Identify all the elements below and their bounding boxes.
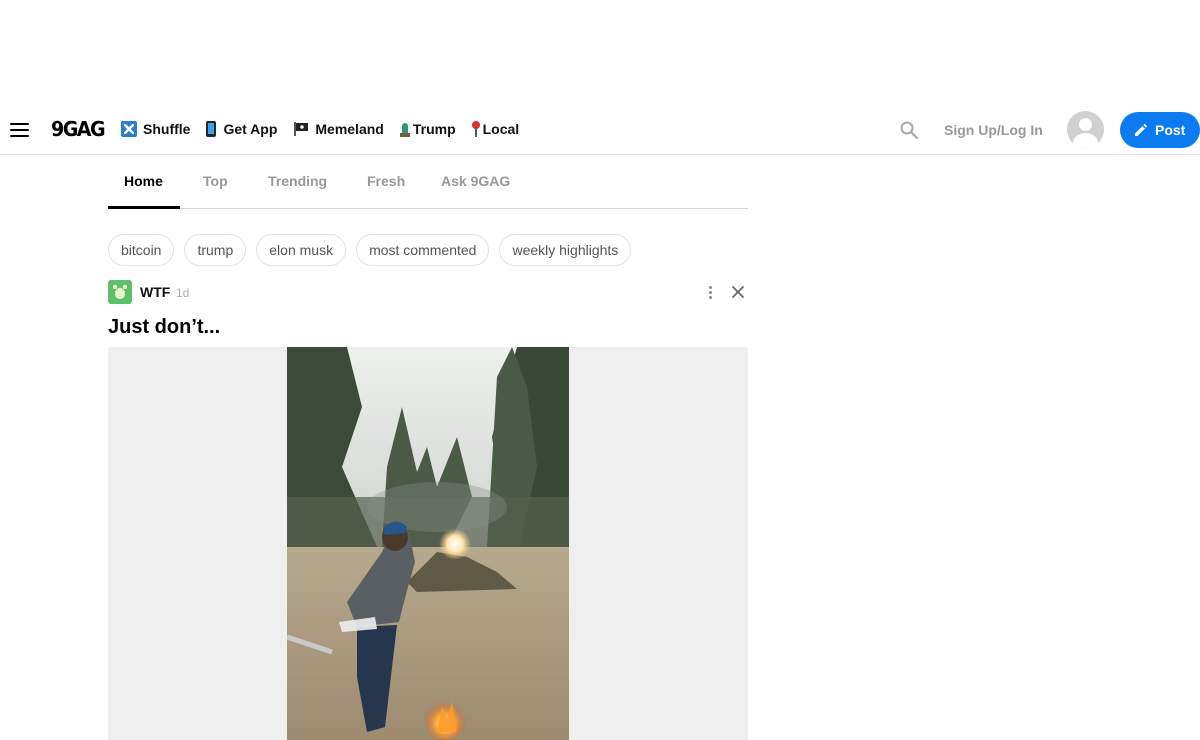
nav-trump-label: Trump bbox=[412, 121, 456, 137]
post-video[interactable] bbox=[287, 347, 569, 740]
nav-get-app-label: Get App bbox=[223, 121, 278, 137]
nav-memeland-label: Memeland bbox=[315, 121, 384, 137]
nav-shuffle-label: Shuffle bbox=[143, 121, 191, 137]
phone-icon bbox=[206, 121, 217, 137]
chip-elon-musk[interactable]: elon musk bbox=[256, 234, 347, 266]
nav-local-label: Local bbox=[482, 121, 520, 137]
tab-fresh[interactable]: Fresh bbox=[367, 173, 405, 189]
tag-chips: bitcoin trump elon musk most commented w… bbox=[108, 234, 641, 266]
post-button[interactable]: Post bbox=[1120, 112, 1200, 148]
pushpin-icon bbox=[471, 121, 480, 137]
chip-bitcoin[interactable]: bitcoin bbox=[108, 234, 175, 266]
tab-ask-9gag[interactable]: Ask 9GAG bbox=[441, 173, 510, 189]
section-wtf-icon[interactable] bbox=[108, 280, 132, 304]
section-name[interactable]: WTF bbox=[140, 284, 170, 300]
chip-most-commented[interactable]: most commented bbox=[356, 234, 490, 266]
pirate-flag-icon bbox=[293, 122, 309, 136]
nav-memeland[interactable]: Memeland bbox=[293, 121, 384, 137]
post-media-container bbox=[108, 347, 748, 740]
pencil-icon bbox=[1135, 123, 1148, 136]
statue-of-liberty-icon bbox=[399, 121, 410, 137]
post-button-label: Post bbox=[1155, 122, 1186, 138]
tab-home[interactable]: Home bbox=[124, 173, 163, 189]
close-icon[interactable] bbox=[731, 285, 745, 299]
nav-trump[interactable]: Trump bbox=[399, 121, 456, 137]
feed-tabs: Home Top Trending Fresh Ask 9GAG bbox=[108, 155, 748, 209]
chip-trump[interactable]: trump bbox=[184, 234, 247, 266]
post-title[interactable]: Just don’t... bbox=[108, 316, 220, 339]
post-header: WTF 1d bbox=[108, 280, 748, 304]
nav-local[interactable]: Local bbox=[471, 121, 520, 137]
tab-top[interactable]: Top bbox=[203, 173, 228, 189]
search-icon[interactable] bbox=[900, 121, 918, 139]
menu-icon[interactable] bbox=[10, 123, 30, 137]
post-time: 1d bbox=[176, 286, 190, 300]
more-options-icon[interactable] bbox=[709, 286, 713, 300]
nav-get-app[interactable]: Get App bbox=[206, 121, 277, 137]
nav-shuffle[interactable]: Shuffle bbox=[121, 121, 190, 137]
top-navbar: 9GAG Shuffle Get App Memeland Trump Loca… bbox=[0, 104, 1200, 155]
active-tab-indicator bbox=[108, 206, 180, 209]
logo[interactable]: 9GAG bbox=[51, 117, 106, 141]
chip-weekly-highlights[interactable]: weekly highlights bbox=[499, 234, 632, 266]
video-frame bbox=[287, 347, 569, 740]
tab-trending[interactable]: Trending bbox=[268, 173, 327, 189]
nav-links: Shuffle Get App Memeland Trump Local bbox=[121, 121, 535, 137]
avatar[interactable] bbox=[1067, 111, 1104, 148]
shuffle-icon bbox=[121, 121, 137, 137]
signup-login-link[interactable]: Sign Up/Log In bbox=[944, 122, 1043, 138]
